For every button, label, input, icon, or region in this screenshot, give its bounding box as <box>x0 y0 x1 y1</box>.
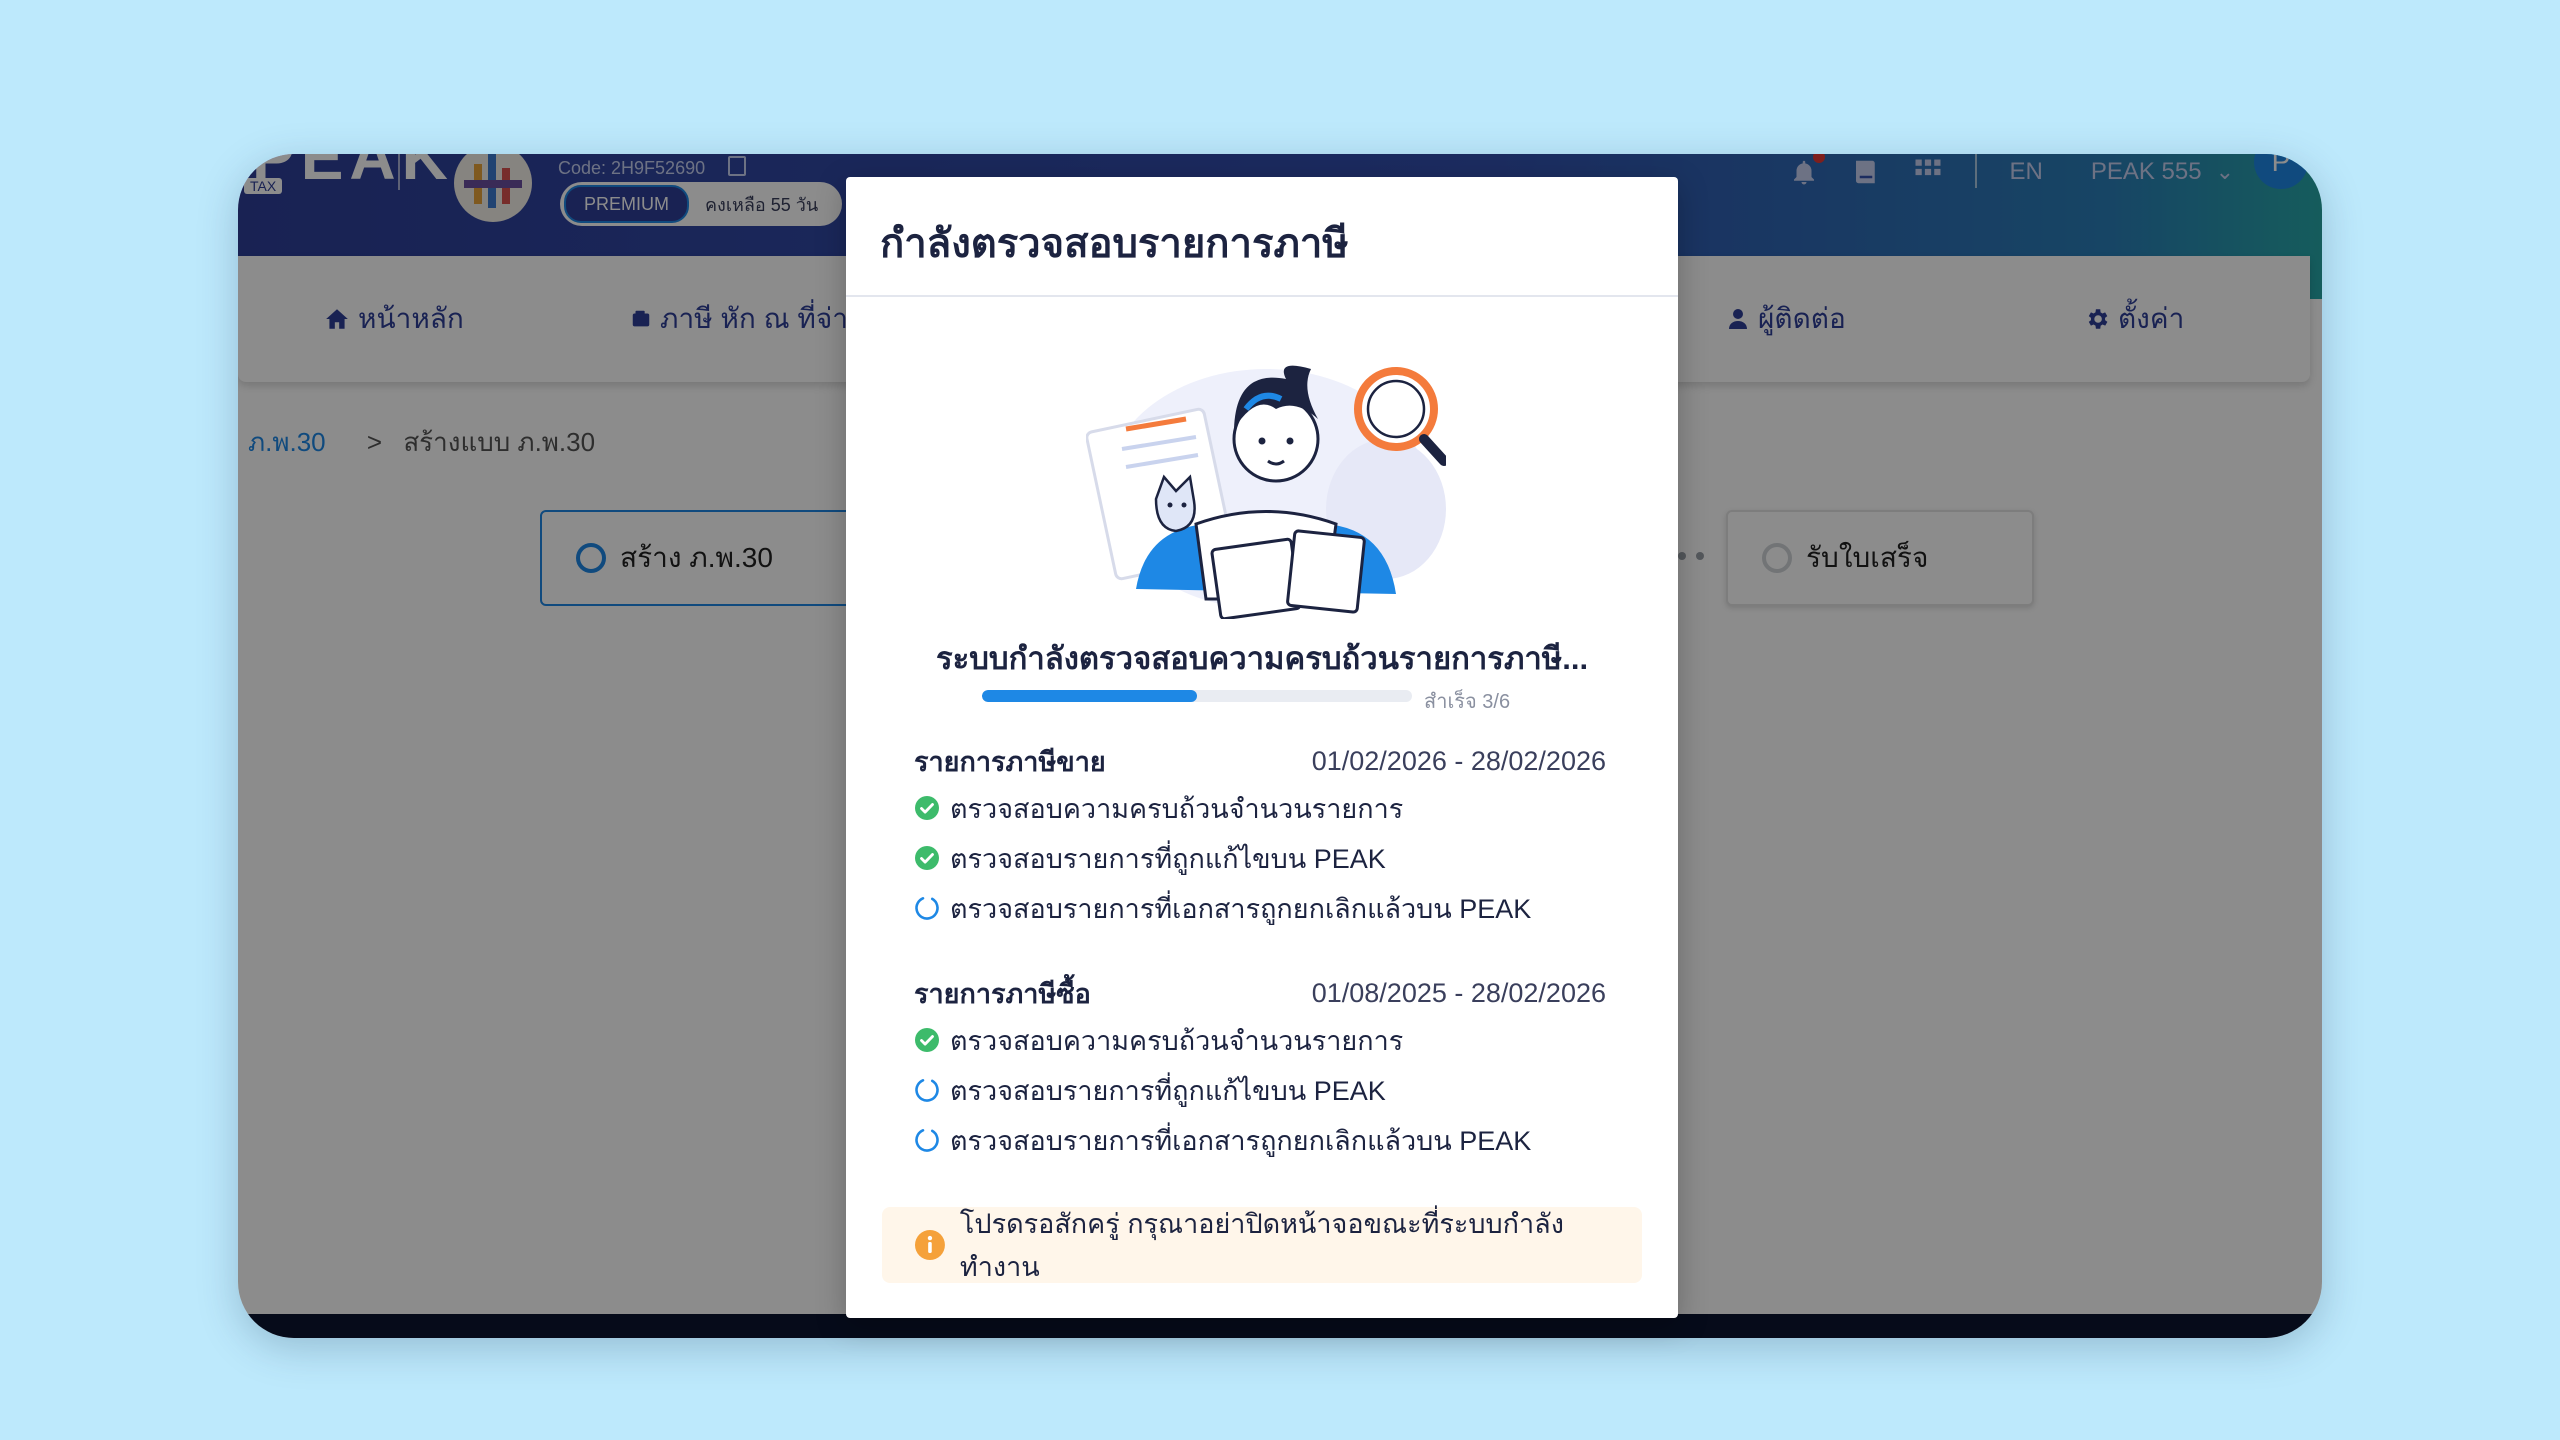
progress-bar <box>982 690 1412 702</box>
check-circle-icon <box>914 795 940 821</box>
sales-tax-section: รายการภาษีขาย 01/02/2026 - 28/02/2026 ตร… <box>914 739 1606 933</box>
check-item-label: ตรวจสอบรายการที่ถูกแก้ไขบน PEAK <box>950 843 1386 874</box>
check-item: ตรวจสอบรายการที่เอกสารถูกยกเลิกแล้วบน PE… <box>914 883 1606 933</box>
check-item-label: ตรวจสอบรายการที่เอกสารถูกยกเลิกแล้วบน PE… <box>950 893 1532 924</box>
check-item-label: ตรวจสอบรายการที่เอกสารถูกยกเลิกแล้วบน PE… <box>950 1125 1532 1156</box>
loading-spinner-icon <box>914 1077 940 1103</box>
purchase-tax-section: รายการภาษีซื้อ 01/08/2025 - 28/02/2026 ต… <box>914 971 1606 1165</box>
checking-illustration <box>1086 365 1446 619</box>
wait-notice-text: โปรดรอสักครู่ กรุณาอย่าปิดหน้าจอขณะที่ระ… <box>959 1209 1564 1282</box>
loading-spinner-icon <box>914 1127 940 1153</box>
status-text: ระบบกำลังตรวจสอบความครบถ้วนรายการภาษี... <box>935 641 1589 676</box>
section-title: รายการภาษีขาย <box>914 746 1106 777</box>
progress-bar-fill <box>982 690 1197 702</box>
check-item-label: ตรวจสอบรายการที่ถูกแก้ไขบน PEAK <box>950 1075 1386 1106</box>
check-item: ตรวจสอบรายการที่ถูกแก้ไขบน PEAK <box>914 1065 1606 1115</box>
check-item-label: ตรวจสอบความครบถ้วนจำนวนรายการ <box>950 793 1404 824</box>
section-title: รายการภาษีซื้อ <box>914 978 1091 1009</box>
check-item: ตรวจสอบความครบถ้วนจำนวนรายการ <box>914 1015 1606 1065</box>
check-circle-icon <box>914 845 940 871</box>
modal-title: กำลังตรวจสอบรายการภาษี <box>880 222 1349 266</box>
info-icon <box>914 1230 945 1260</box>
loading-spinner-icon <box>914 895 940 921</box>
tax-check-modal: กำลังตรวจสอบรายการภาษี ระบบกำลังตรวจสอบค… <box>846 177 1678 1318</box>
check-item: ตรวจสอบรายการที่ถูกแก้ไขบน PEAK <box>914 833 1606 883</box>
progress-label: สำเร็จ 3/6 <box>1424 691 1511 713</box>
check-item: ตรวจสอบความครบถ้วนจำนวนรายการ <box>914 783 1606 833</box>
section-date-range: 01/02/2026 - 28/02/2026 <box>1311 745 1606 776</box>
check-item-label: ตรวจสอบความครบถ้วนจำนวนรายการ <box>950 1025 1404 1056</box>
check-item: ตรวจสอบรายการที่เอกสารถูกยกเลิกแล้วบน PE… <box>914 1115 1606 1165</box>
check-circle-icon <box>914 1027 940 1053</box>
modal-divider <box>846 295 1678 297</box>
section-date-range: 01/08/2025 - 28/02/2026 <box>1311 977 1606 1008</box>
wait-notice: โปรดรอสักครู่ กรุณาอย่าปิดหน้าจอขณะที่ระ… <box>882 1207 1642 1283</box>
